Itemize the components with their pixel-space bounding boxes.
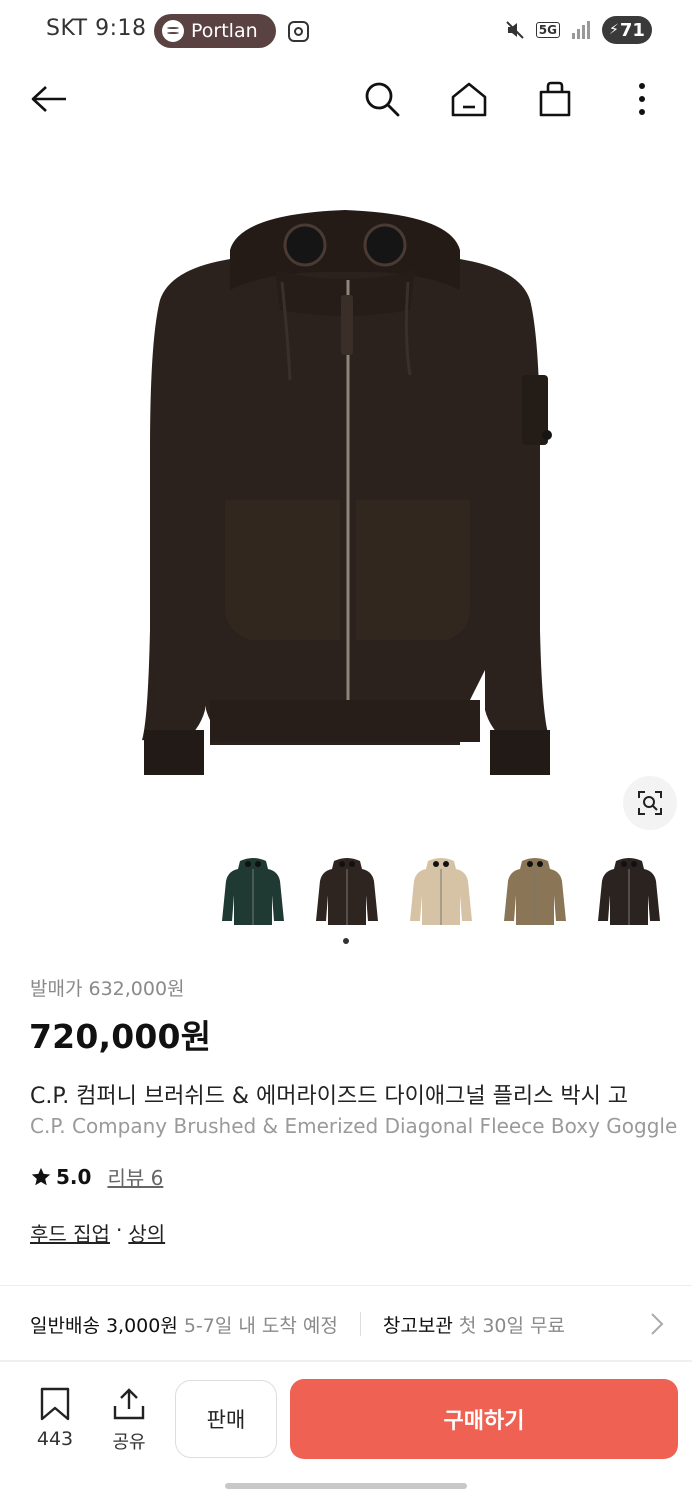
shipping-options[interactable]: 일반배송 3,000원 5-7일 내 도착 예정 창고보관 첫 30일 무료	[0, 1296, 692, 1352]
standard-shipping-label: 일반배송 3,000원	[30, 1314, 178, 1337]
wishlist-count: 443	[36, 1428, 74, 1450]
category-link-top[interactable]: 상의	[128, 1218, 165, 1247]
mute-icon	[506, 21, 524, 39]
storage-offer: 첫 30일 무료	[458, 1314, 565, 1337]
bag-button[interactable]	[532, 76, 578, 122]
network-badge: 5G	[535, 22, 560, 38]
top-navigation	[0, 64, 692, 134]
product-title-en: C.P. Company Brushed & Emerized Diagonal…	[30, 1114, 678, 1138]
more-button[interactable]	[619, 76, 665, 122]
color-thumbnails	[218, 850, 664, 932]
jacket-thumbnail-icon	[598, 858, 660, 925]
share-label: 공유	[112, 1432, 146, 1453]
buy-button[interactable]: 구매하기	[290, 1379, 678, 1459]
color-thumbnail[interactable]	[218, 850, 288, 932]
color-thumbnail[interactable]	[500, 850, 570, 932]
hooded-jacket-image	[142, 210, 552, 775]
spotify-icon	[162, 20, 184, 42]
signal-icon	[572, 21, 590, 39]
color-thumbnail[interactable]	[312, 850, 382, 932]
product-image[interactable]	[130, 200, 560, 780]
lens-search-icon	[638, 791, 662, 815]
jacket-thumbnail-icon	[504, 858, 566, 925]
media-pill-label: Portlan	[191, 20, 258, 42]
search-icon	[365, 82, 400, 117]
more-vertical-icon	[639, 83, 645, 115]
jacket-thumbnail-icon	[222, 858, 284, 925]
battery-indicator: ⚡ 71	[602, 16, 652, 44]
jacket-thumbnail-icon	[316, 858, 378, 925]
home-indicator	[225, 1483, 467, 1489]
release-price: 발매가 632,000원	[30, 978, 185, 1000]
sell-button[interactable]: 판매	[175, 1380, 277, 1458]
category-breadcrumb: 후드 집업 · 상의	[30, 1218, 165, 1247]
instagram-icon	[288, 21, 309, 42]
back-arrow-icon	[31, 86, 66, 112]
share-icon	[113, 1388, 145, 1420]
current-price: 720,000원	[29, 1017, 212, 1056]
divider	[0, 1285, 692, 1286]
shopping-bag-icon	[539, 81, 571, 117]
bookmark-icon	[40, 1387, 70, 1421]
standard-shipping[interactable]: 일반배송 3,000원 5-7일 내 도착 예정	[0, 1311, 338, 1338]
vertical-divider	[359, 1312, 361, 1336]
color-thumbnail[interactable]	[594, 850, 664, 932]
search-button[interactable]	[359, 76, 405, 122]
back-button[interactable]	[26, 76, 72, 122]
wishlist-button[interactable]: 443	[28, 1386, 82, 1450]
category-separator: ·	[115, 1218, 123, 1242]
bottom-action-bar: 443 공유 판매 구매하기	[0, 1362, 692, 1500]
battery-level: 71	[619, 19, 645, 41]
charging-icon: ⚡	[609, 22, 619, 38]
color-thumbnail[interactable]	[406, 850, 476, 932]
home-icon	[451, 82, 487, 117]
image-search-button[interactable]	[623, 776, 677, 830]
warehouse-storage[interactable]: 창고보관 첫 30일 무료	[383, 1311, 565, 1338]
chevron-right-icon[interactable]	[650, 1312, 664, 1336]
product-title-ko: C.P. 컴퍼니 브러쉬드 & 에머라이즈드 다이애그널 플리스 박시 고	[30, 1084, 629, 1109]
category-link-hood-zipup[interactable]: 후드 집업	[30, 1218, 110, 1247]
rating-score: 5.0	[56, 1164, 92, 1189]
storage-label: 창고보관	[382, 1314, 453, 1337]
carousel-indicator	[343, 938, 349, 944]
jacket-thumbnail-icon	[410, 858, 472, 925]
status-time: SKT 9:18	[46, 16, 147, 41]
standard-shipping-eta: 5-7일 내 도착 예정	[183, 1314, 338, 1337]
status-bar: SKT 9:18 Portlan 5G ⚡ 71	[0, 0, 692, 64]
rating-row: 5.0 리뷰 6	[30, 1162, 163, 1191]
home-button[interactable]	[446, 76, 492, 122]
star-icon	[31, 1167, 51, 1185]
review-link[interactable]: 리뷰 6	[107, 1162, 163, 1191]
system-icons: 5G ⚡ 71	[504, 16, 652, 44]
media-pill[interactable]: Portlan	[154, 14, 276, 48]
share-button[interactable]: 공유	[102, 1386, 156, 1454]
